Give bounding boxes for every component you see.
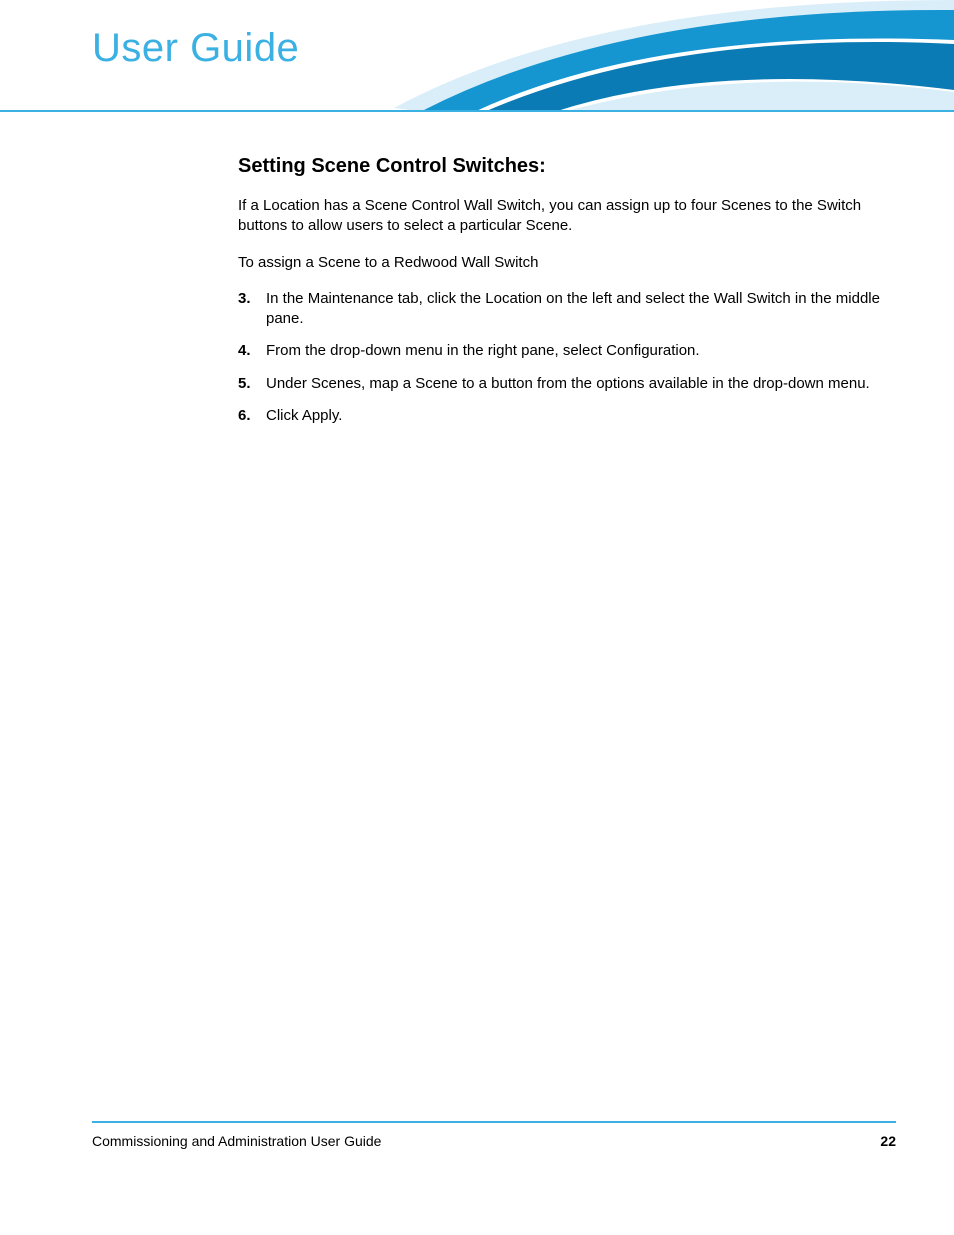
footer-divider <box>92 1121 896 1123</box>
header-divider <box>0 110 954 112</box>
footer-doc-title: Commissioning and Administration User Gu… <box>92 1133 381 1149</box>
content-area: Setting Scene Control Switches: If a Loc… <box>238 155 888 438</box>
page-footer: Commissioning and Administration User Gu… <box>92 1133 896 1149</box>
intro-paragraph-1: If a Location has a Scene Control Wall S… <box>238 196 888 237</box>
header-swoosh-graphic <box>394 0 954 120</box>
steps-list: In the Maintenance tab, click the Locati… <box>238 289 888 426</box>
step-item: Click Apply. <box>238 406 888 426</box>
step-item: Under Scenes, map a Scene to a button fr… <box>238 374 888 394</box>
step-item: From the drop-down menu in the right pan… <box>238 341 888 361</box>
step-item: In the Maintenance tab, click the Locati… <box>238 289 888 330</box>
footer-page-number: 22 <box>880 1133 896 1149</box>
section-heading: Setting Scene Control Switches: <box>238 155 888 178</box>
header-title: User Guide <box>92 26 299 71</box>
intro-paragraph-2: To assign a Scene to a Redwood Wall Swit… <box>238 253 888 273</box>
page-header: User Guide <box>0 0 954 110</box>
